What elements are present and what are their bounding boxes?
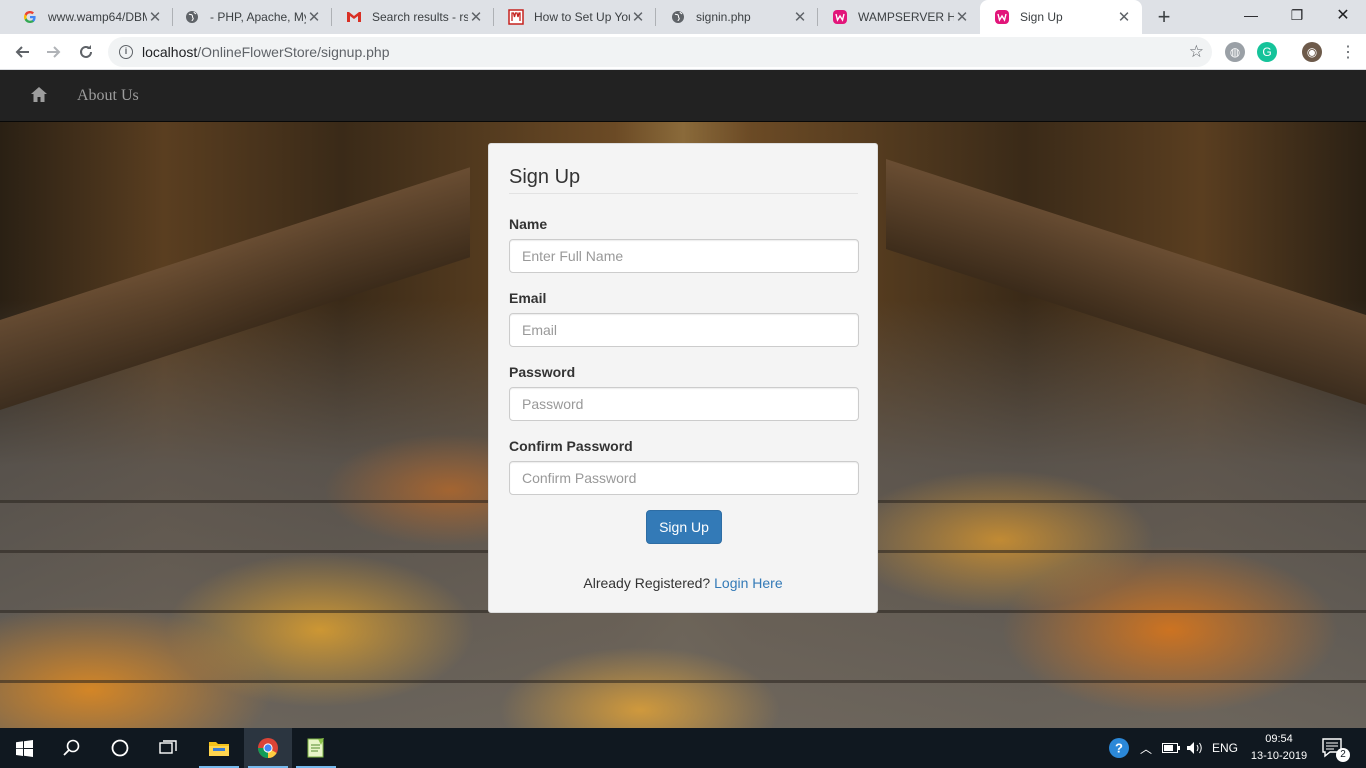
maximize-button[interactable]: ❐: [1274, 0, 1320, 30]
tab-title: - PHP, Apache, MySQL: [210, 10, 306, 24]
url-text: localhost/OnlineFlowerStore/signup.php: [142, 44, 390, 60]
menu-kebab-icon[interactable]: ⋮: [1334, 38, 1362, 66]
url-host: localhost: [142, 44, 198, 60]
background-rail-right: [886, 159, 1366, 405]
windows-logo-icon: [15, 739, 33, 757]
clock[interactable]: 09:54 13-10-2019: [1246, 731, 1312, 765]
sign-up-button[interactable]: Sign Up: [646, 510, 722, 544]
url-path: /OnlineFlowerStore/signup.php: [197, 44, 390, 60]
close-icon[interactable]: ✕: [954, 9, 970, 26]
confirm-password-input[interactable]: [509, 461, 859, 495]
grammarly-icon[interactable]: G: [1257, 42, 1277, 62]
close-icon[interactable]: ✕: [792, 9, 808, 26]
background-rail-left: [0, 167, 470, 410]
email-input[interactable]: [509, 313, 859, 347]
login-here-link[interactable]: Login Here: [714, 575, 783, 591]
tab-title: signin.php: [696, 10, 751, 24]
extension-globe-icon[interactable]: ◍: [1225, 42, 1245, 62]
task-view-icon: [159, 740, 177, 754]
gmail-icon: [346, 9, 362, 25]
login-prompt: Already Registered? Login Here: [489, 575, 877, 591]
close-icon[interactable]: ✕: [147, 9, 163, 26]
clock-time: 09:54: [1265, 733, 1293, 745]
tab-wamp-dbms[interactable]: www.wamp64/DBMS ✕: [8, 0, 173, 34]
name-label: Name: [509, 216, 548, 232]
help-tray-icon[interactable]: ?: [1108, 728, 1130, 768]
globe-icon: [184, 9, 200, 25]
folder-icon: [209, 742, 229, 756]
close-icon[interactable]: ✕: [306, 9, 322, 26]
volume-icon[interactable]: [1186, 728, 1204, 768]
show-hidden-icons-chevron-icon[interactable]: ︿: [1140, 728, 1152, 768]
bookmark-star-icon[interactable]: ☆: [1189, 42, 1204, 62]
close-icon[interactable]: ✕: [468, 9, 484, 26]
back-button[interactable]: [8, 38, 36, 66]
browser-toolbar: i localhost/OnlineFlowerStore/signup.php…: [0, 34, 1366, 70]
red-m-icon: [508, 9, 524, 25]
email-label: Email: [509, 290, 547, 306]
notepad-plus-button[interactable]: [292, 728, 340, 768]
clock-date: 13-10-2019: [1250, 750, 1308, 762]
tab-wampserver-home[interactable]: WAMPSERVER Home ✕: [818, 0, 980, 34]
reload-icon: [80, 45, 92, 58]
wamp-icon: [832, 9, 848, 25]
page-viewport: About Us Sign Up Name Email Password Con…: [0, 70, 1366, 728]
name-input[interactable]: [509, 239, 859, 273]
forward-button[interactable]: [40, 38, 68, 66]
tab-how-to-set-up[interactable]: How to Set Up Your ✕: [494, 0, 656, 34]
reload-button[interactable]: [72, 38, 100, 66]
cortana-circle-icon: [111, 739, 129, 757]
notification-count-badge: 2: [1336, 748, 1350, 762]
new-tab-button[interactable]: +: [1152, 4, 1176, 29]
background-plank: [0, 680, 1366, 683]
minimize-button[interactable]: —: [1228, 0, 1274, 30]
battery-icon[interactable]: [1162, 728, 1180, 768]
tab-strip: www.wamp64/DBMS ✕ - PHP, Apache, MySQL ✕…: [0, 0, 1366, 34]
chrome-taskbar-button[interactable]: [244, 728, 292, 768]
info-icon[interactable]: i: [119, 45, 133, 59]
start-button[interactable]: [0, 728, 48, 768]
tab-title: Sign Up: [1020, 10, 1063, 24]
confirm-password-label: Confirm Password: [509, 438, 633, 454]
tab-title: WAMPSERVER Home: [858, 10, 954, 24]
wamp-icon: [994, 9, 1010, 25]
cortana-button[interactable]: [96, 728, 144, 768]
chrome-icon: [257, 738, 278, 759]
already-registered-text: Already Registered?: [583, 575, 711, 591]
tab-signin[interactable]: signin.php ✕: [656, 0, 818, 34]
site-navbar: About Us: [0, 70, 1366, 122]
password-input[interactable]: [509, 387, 859, 421]
signup-card: Sign Up Name Email Password Confirm Pass…: [488, 143, 878, 613]
action-center-button[interactable]: 2: [1322, 728, 1350, 768]
search-button[interactable]: [48, 728, 96, 768]
profile-avatar[interactable]: ◉: [1302, 42, 1322, 62]
close-icon[interactable]: ✕: [1116, 9, 1132, 26]
tab-gmail-search[interactable]: Search results - rsa ✕: [332, 0, 494, 34]
close-window-button[interactable]: ✕: [1320, 0, 1366, 30]
tab-sign-up[interactable]: Sign Up ✕: [980, 0, 1142, 34]
globe-icon: [670, 9, 686, 25]
task-view-button[interactable]: [144, 728, 192, 768]
password-label: Password: [509, 364, 576, 380]
close-icon[interactable]: ✕: [630, 9, 646, 26]
form-title: Sign Up: [509, 166, 581, 188]
notepad-plus-icon: [307, 738, 324, 758]
tab-title: www.wamp64/DBMS: [48, 10, 147, 24]
svg-text:?: ?: [1115, 741, 1123, 756]
forward-arrow-icon: [47, 46, 61, 58]
address-bar[interactable]: i localhost/OnlineFlowerStore/signup.php…: [108, 37, 1212, 67]
search-icon: [63, 739, 80, 756]
back-arrow-icon: [15, 46, 29, 58]
file-explorer-button[interactable]: [195, 728, 243, 768]
tab-title: How to Set Up Your: [534, 10, 630, 24]
nav-about-us-link[interactable]: About Us: [77, 87, 139, 105]
home-icon[interactable]: [30, 86, 50, 104]
windows-taskbar: ? ︿ ENG 09:54 13-10-2019 2: [0, 728, 1366, 768]
language-indicator[interactable]: ENG: [1212, 728, 1238, 768]
title-divider: [509, 193, 858, 194]
tab-php-apache[interactable]: - PHP, Apache, MySQL ✕: [170, 0, 332, 34]
google-g-icon: [22, 9, 38, 25]
tab-title: Search results - rsa: [372, 10, 468, 24]
